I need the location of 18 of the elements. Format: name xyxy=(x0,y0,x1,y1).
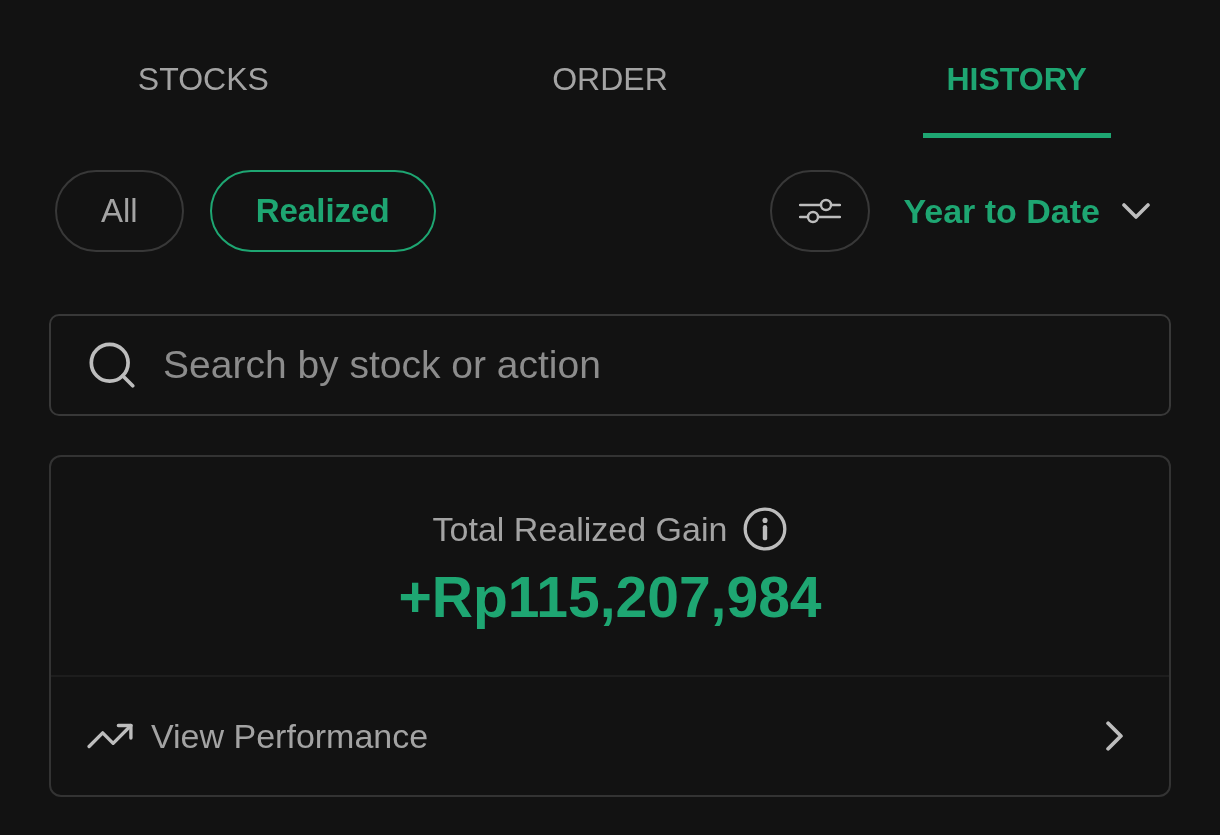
trend-up-icon xyxy=(87,723,133,749)
search-field[interactable]: Search by stock or action xyxy=(49,314,1171,416)
info-icon[interactable] xyxy=(743,507,788,551)
view-performance-row[interactable]: View Performance xyxy=(51,677,1169,795)
sliders-icon xyxy=(799,198,842,224)
period-dropdown[interactable]: Year to Date xyxy=(903,185,1150,237)
filter-chip[interactable]: Realized xyxy=(209,170,436,252)
chevron-down-icon xyxy=(1122,203,1150,219)
tab[interactable]: HISTORY xyxy=(922,0,1111,138)
search-input[interactable]: Search by stock or action xyxy=(163,335,1149,395)
filter-chip[interactable]: All xyxy=(55,170,184,252)
summary-title: Total Realized Gain xyxy=(432,508,728,550)
tab[interactable]: STOCKS xyxy=(109,0,298,138)
filter-button[interactable] xyxy=(770,170,871,252)
realized-gain-value: +Rp115,207,984 xyxy=(398,565,822,629)
chevron-right-icon xyxy=(1106,721,1123,751)
tab[interactable]: ORDER xyxy=(516,0,704,138)
search-icon xyxy=(89,342,135,388)
